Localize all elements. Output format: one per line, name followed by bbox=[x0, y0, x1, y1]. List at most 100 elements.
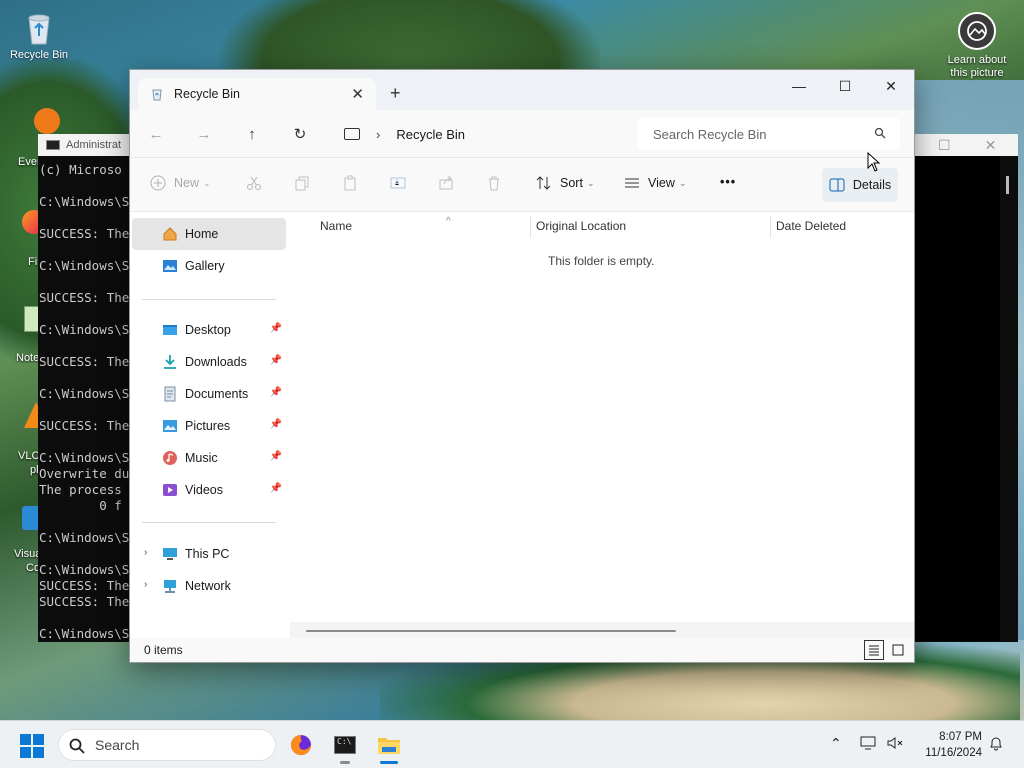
new-button[interactable]: New ⌄ bbox=[150, 175, 211, 191]
network-monitor-icon[interactable] bbox=[860, 735, 878, 754]
start-button[interactable] bbox=[20, 734, 44, 758]
command-bar: New ⌄ Sort ⌄ View ⌄ ••• Details bbox=[130, 158, 914, 212]
desktop-recycle-bin[interactable]: Recycle Bin bbox=[3, 10, 75, 61]
column-divider[interactable] bbox=[530, 216, 531, 238]
column-header-name[interactable]: ^ Name bbox=[320, 216, 451, 233]
new-tab-icon[interactable]: + bbox=[390, 83, 401, 104]
view-list-icon bbox=[625, 178, 639, 188]
chevron-right-icon[interactable]: › bbox=[144, 547, 147, 558]
more-options-button[interactable]: ••• bbox=[720, 175, 736, 189]
column-header-label: Date Deleted bbox=[776, 219, 847, 233]
sidebar-item-this-pc[interactable]: › This PC bbox=[132, 538, 286, 570]
sort-icon bbox=[536, 176, 551, 190]
pin-icon[interactable]: 📌 bbox=[270, 451, 282, 462]
document-icon bbox=[164, 386, 176, 402]
share-button[interactable] bbox=[438, 175, 454, 191]
network-icon bbox=[164, 580, 176, 593]
sidebar-item-documents[interactable]: Documents 📌 bbox=[132, 378, 286, 410]
column-header-date-deleted[interactable]: Date Deleted bbox=[776, 219, 846, 233]
tab-recycle-bin[interactable]: Recycle Bin ✕ bbox=[138, 78, 376, 110]
clock-date: 11/16/2024 bbox=[925, 747, 982, 759]
tiles-view-icon[interactable] bbox=[888, 640, 908, 660]
scissors-icon bbox=[247, 176, 261, 190]
details-pane-button[interactable]: Details bbox=[822, 168, 898, 202]
minimize-icon[interactable]: — bbox=[776, 70, 822, 102]
volume-muted-icon[interactable] bbox=[886, 735, 904, 754]
chevron-down-icon: ⌄ bbox=[203, 177, 211, 188]
details-pane-icon bbox=[829, 178, 845, 192]
sidebar-item-music[interactable]: Music 📌 bbox=[132, 442, 286, 474]
show-hidden-icons-chevron-up-icon[interactable]: ⌃ bbox=[830, 735, 842, 752]
sidebar-item-network[interactable]: › Network bbox=[132, 570, 286, 602]
sort-button-label: Sort bbox=[560, 176, 583, 190]
clock[interactable]: 8:07 PM 11/16/2024 bbox=[916, 729, 982, 761]
tab-close-icon[interactable]: ✕ bbox=[351, 85, 364, 103]
cut-button[interactable] bbox=[246, 175, 262, 191]
column-divider[interactable] bbox=[770, 216, 771, 238]
pin-icon[interactable]: 📌 bbox=[270, 323, 282, 334]
taskbar-search[interactable]: Search bbox=[58, 729, 276, 761]
search-icon bbox=[69, 738, 85, 754]
cmd-panel bbox=[914, 156, 1000, 641]
more-options-icon: ••• bbox=[720, 175, 737, 189]
share-icon bbox=[439, 175, 453, 190]
pin-icon[interactable]: 📌 bbox=[270, 387, 282, 398]
pin-icon[interactable]: 📌 bbox=[270, 483, 282, 494]
back-arrow-icon[interactable]: ← bbox=[146, 124, 166, 144]
sort-button[interactable]: Sort ⌄ bbox=[536, 175, 594, 191]
pin-icon[interactable]: 📌 bbox=[270, 419, 282, 430]
search-input[interactable]: Search Recycle Bin bbox=[638, 118, 900, 150]
taskbar-firefox[interactable] bbox=[286, 730, 316, 760]
view-button[interactable]: View ⌄ bbox=[624, 175, 686, 191]
copy-button[interactable] bbox=[294, 175, 310, 191]
sidebar-item-desktop[interactable]: Desktop 📌 bbox=[132, 314, 286, 346]
sidebar-item-downloads[interactable]: Downloads 📌 bbox=[132, 346, 286, 378]
cmd-maximize-icon[interactable]: ☐ bbox=[938, 137, 951, 154]
sidebar-divider bbox=[142, 299, 276, 300]
desktop-everything-icon[interactable]: Every bbox=[8, 108, 60, 168]
file-list[interactable]: ^ Name Original Location Date Deleted Th… bbox=[290, 212, 914, 622]
cmd-app-icon bbox=[46, 140, 60, 150]
sidebar-item-pictures[interactable]: Pictures 📌 bbox=[132, 410, 286, 442]
sidebar-divider bbox=[142, 522, 276, 523]
paste-button[interactable] bbox=[342, 175, 358, 191]
up-arrow-icon[interactable]: ↑ bbox=[242, 124, 262, 144]
chevron-right-icon[interactable]: › bbox=[144, 579, 147, 590]
sidebar-item-label: Downloads bbox=[185, 355, 247, 369]
details-view-icon[interactable] bbox=[864, 640, 884, 660]
delete-button[interactable] bbox=[486, 175, 502, 191]
file-explorer-window[interactable]: Recycle Bin ✕ + — ☐ ✕ ← → ↑ ↻ › Recycle … bbox=[130, 70, 914, 662]
horizontal-scrollbar-thumb[interactable] bbox=[306, 630, 676, 632]
item-count: 0 items bbox=[144, 643, 183, 657]
this-pc-icon bbox=[163, 548, 177, 560]
chevron-down-icon: ⌄ bbox=[586, 177, 595, 188]
clock-time: 8:07 PM bbox=[939, 731, 982, 743]
sidebar-item-videos[interactable]: Videos 📌 bbox=[132, 474, 286, 506]
refresh-icon[interactable]: ↻ bbox=[290, 124, 310, 144]
notification-bell-icon[interactable] bbox=[988, 735, 1004, 754]
address-text: Recycle Bin bbox=[396, 126, 465, 142]
taskbar-terminal[interactable]: C:\ bbox=[330, 730, 360, 760]
pictures-icon bbox=[163, 420, 177, 432]
column-header-original-location[interactable]: Original Location bbox=[536, 219, 626, 233]
sidebar-item-label: Music bbox=[185, 451, 218, 465]
pin-icon[interactable]: 📌 bbox=[270, 355, 282, 366]
cmd-close-icon[interactable]: ✕ bbox=[985, 137, 997, 154]
cmd-scrollbar-thumb[interactable] bbox=[1006, 176, 1009, 194]
forward-arrow-icon[interactable]: → bbox=[194, 124, 214, 144]
status-bar: 0 items bbox=[130, 638, 914, 662]
gallery-icon bbox=[163, 260, 177, 272]
desktop-learn-about-picture[interactable]: Learn about this picture bbox=[940, 12, 1014, 80]
chevron-down-icon: ⌄ bbox=[678, 177, 687, 188]
maximize-icon[interactable]: ☐ bbox=[822, 70, 868, 102]
sidebar-item-gallery[interactable]: Gallery bbox=[132, 250, 286, 282]
address-bar[interactable]: › Recycle Bin bbox=[330, 118, 630, 150]
taskbar-file-explorer[interactable] bbox=[374, 730, 404, 760]
desktop-folder-icon bbox=[163, 325, 177, 335]
sidebar-item-label: Desktop bbox=[185, 323, 231, 337]
sidebar-item-home[interactable]: Home bbox=[132, 218, 286, 250]
close-icon[interactable]: ✕ bbox=[868, 70, 914, 102]
home-icon bbox=[163, 227, 177, 241]
rename-button[interactable] bbox=[390, 175, 406, 191]
details-button-label: Details bbox=[852, 178, 892, 192]
